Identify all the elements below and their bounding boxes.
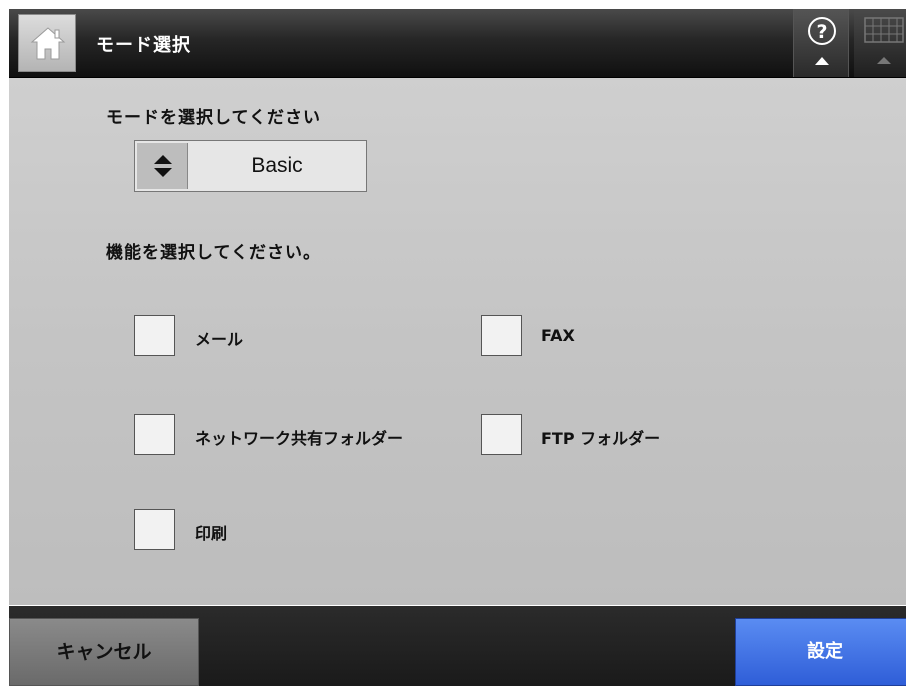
page-title: モード選択 [96, 35, 191, 56]
keyboard-icon [864, 17, 904, 64]
footer-bar: キャンセル 設定 [9, 606, 906, 686]
checkbox-fax[interactable] [481, 315, 522, 356]
option-label-mail: メール [195, 330, 244, 349]
app-window: モード選択 ? モードを選択してください Basic 機能を選択してください。 … [9, 9, 906, 686]
checkbox-print[interactable] [134, 509, 175, 550]
option-label-print: 印刷 [195, 524, 228, 543]
main-content: モードを選択してください Basic 機能を選択してください。 メール FAX … [9, 78, 906, 605]
home-icon [30, 27, 66, 60]
option-label-ftp-folder: FTP フォルダー [541, 429, 661, 448]
keyboard-button[interactable] [854, 9, 906, 77]
mode-prompt: モードを選択してください [106, 108, 321, 128]
checkbox-network-folder[interactable] [134, 414, 175, 455]
home-button[interactable] [18, 14, 76, 72]
up-down-arrow-icon [154, 155, 172, 177]
set-button[interactable]: 設定 [735, 618, 906, 686]
svg-text:?: ? [816, 21, 827, 43]
help-button[interactable]: ? [793, 9, 849, 77]
cancel-button[interactable]: キャンセル [9, 618, 199, 686]
header-bar: モード選択 ? [9, 9, 906, 78]
checkbox-mail[interactable] [134, 315, 175, 356]
option-label-fax: FAX [541, 326, 575, 345]
selector-arrows[interactable] [137, 143, 188, 189]
mode-selected-value: Basic [251, 154, 303, 177]
checkbox-ftp-folder[interactable] [481, 414, 522, 455]
option-label-network-folder: ネットワーク共有フォルダー [195, 429, 404, 448]
function-prompt: 機能を選択してください。 [106, 243, 321, 263]
help-icon: ? [808, 17, 836, 65]
mode-selector[interactable]: Basic [134, 140, 367, 192]
